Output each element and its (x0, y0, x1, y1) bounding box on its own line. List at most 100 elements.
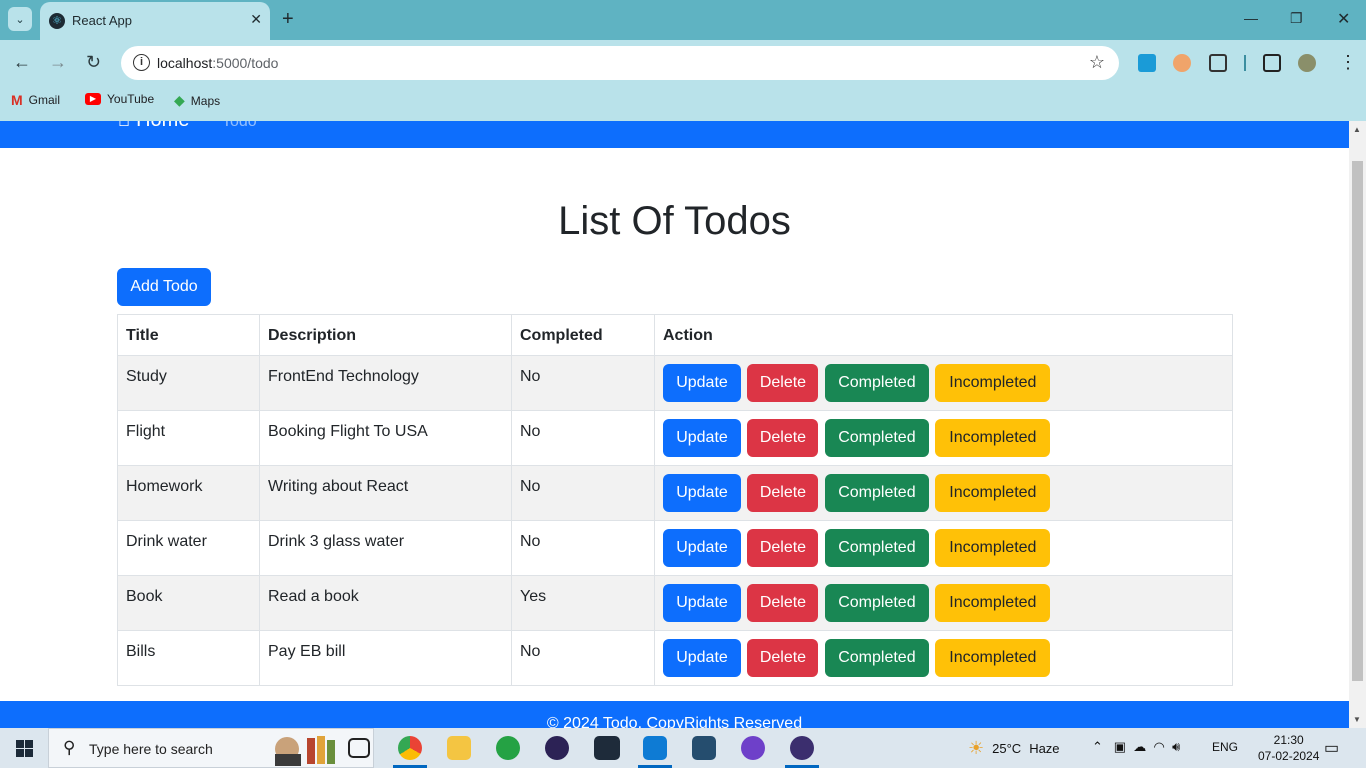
windows-start-icon[interactable] (16, 740, 33, 757)
profile-avatar[interactable] (1298, 54, 1316, 72)
mysql-workbench-icon[interactable] (692, 736, 716, 760)
update-button[interactable]: Update (663, 584, 741, 622)
notifications-icon[interactable]: ▭ (1324, 738, 1339, 758)
task-view-icon[interactable] (348, 738, 370, 758)
minimize-button[interactable]: — (1244, 10, 1258, 26)
file-explorer-icon[interactable] (447, 736, 471, 760)
table-row: Bills Pay EB bill No Update Delete Compl… (117, 630, 1233, 686)
scrollbar-thumb[interactable] (1352, 161, 1363, 681)
bookmark-youtube[interactable]: ▶ YouTube (85, 92, 154, 106)
github-desktop-icon[interactable] (741, 736, 765, 760)
reload-button[interactable]: ↻ (86, 52, 101, 73)
mark-incompleted-button[interactable]: Incompleted (935, 529, 1051, 567)
input-language[interactable]: ENG (1212, 740, 1238, 754)
mark-incompleted-button[interactable]: Incompleted (935, 584, 1051, 622)
cell-description: Drink 3 glass water (259, 520, 512, 576)
nav-home-label: Home (136, 121, 189, 132)
nav-home-link[interactable]: ⌂ Home (118, 121, 189, 132)
close-tab-icon[interactable]: ✕ (250, 11, 262, 28)
browser-tab-strip: ⌄ ⚛ React App ✕ + — ❐ ✕ (0, 0, 1366, 40)
column-header-action: Action (654, 314, 1233, 356)
whatsapp-icon[interactable] (496, 736, 520, 760)
todo-table: Title Description Completed Action Study… (117, 314, 1233, 686)
cell-completed: No (511, 465, 655, 521)
mark-completed-button[interactable]: Completed (824, 419, 929, 457)
update-button[interactable]: Update (663, 474, 741, 512)
page-viewport: ⌂ Home Todo List Of Todos Add Todo Title… (0, 121, 1349, 728)
weather-widget[interactable]: ☀ 25°C Haze (968, 738, 1060, 759)
delete-button[interactable]: Delete (747, 529, 819, 567)
mark-completed-button[interactable]: Completed (824, 584, 929, 622)
restore-button[interactable]: ❐ (1290, 10, 1303, 27)
cell-completed: Yes (511, 575, 655, 631)
cell-description: Read a book (259, 575, 512, 631)
close-window-button[interactable]: ✕ (1337, 9, 1350, 29)
table-header-row: Title Description Completed Action (117, 314, 1233, 356)
extensions-puzzle-icon[interactable] (1209, 54, 1227, 72)
site-info-icon[interactable]: i (133, 54, 150, 71)
mark-completed-button[interactable]: Completed (824, 639, 929, 677)
scroll-up-arrow-icon[interactable]: ▲ (1353, 125, 1361, 134)
app-footer: © 2024 Todo. CopyRights Reserved (0, 701, 1349, 728)
weather-desc: Haze (1029, 741, 1060, 756)
mark-completed-button[interactable]: Completed (824, 474, 929, 512)
mark-incompleted-button[interactable]: Incompleted (935, 364, 1051, 402)
wifi-icon[interactable]: ◠ (1154, 739, 1165, 754)
gmail-icon: M (11, 92, 23, 108)
clock-time: 21:30 (1273, 733, 1304, 747)
delete-button[interactable]: Delete (747, 474, 819, 512)
new-tab-button[interactable]: + (282, 8, 294, 30)
update-button[interactable]: Update (663, 419, 741, 457)
update-button[interactable]: Update (663, 529, 741, 567)
onedrive-icon[interactable]: ☁ (1133, 739, 1146, 754)
taskbar-search-box[interactable]: ⚲ Type here to search (48, 728, 374, 768)
bookmark-gmail[interactable]: M Gmail (11, 92, 60, 108)
cell-description: Pay EB bill (259, 630, 512, 686)
bookmark-star-icon[interactable]: ☆ (1089, 52, 1105, 73)
forward-button[interactable]: → (49, 52, 67, 73)
update-button[interactable]: Update (663, 364, 741, 402)
mark-incompleted-button[interactable]: Incompleted (935, 474, 1051, 512)
delete-button[interactable]: Delete (747, 584, 819, 622)
nav-todo-link[interactable]: Todo (222, 121, 257, 131)
weather-temp: 25°C (992, 741, 1022, 756)
column-header-title: Title (117, 314, 260, 356)
mark-incompleted-button[interactable]: Incompleted (935, 639, 1051, 677)
delete-button[interactable]: Delete (747, 419, 819, 457)
taskbar-clock[interactable]: 21:30 07-02-2024 (1258, 732, 1319, 764)
chrome-icon[interactable] (398, 736, 422, 760)
update-button[interactable]: Update (663, 639, 741, 677)
browser-tab[interactable]: ⚛ React App ✕ (40, 2, 270, 40)
address-bar[interactable]: i localhost:5000/todo ☆ (121, 46, 1119, 80)
react-favicon-icon: ⚛ (49, 13, 65, 29)
table-row: Flight Booking Flight To USA No Update D… (117, 410, 1233, 466)
eclipse-icon[interactable] (545, 736, 569, 760)
meet-now-icon[interactable]: ▣ (1114, 739, 1126, 754)
home-icon: ⌂ (118, 121, 130, 132)
volume-icon[interactable]: 🔊︎ (1172, 739, 1180, 754)
side-panel-icon[interactable] (1263, 54, 1281, 72)
extension-icon[interactable] (1173, 54, 1191, 72)
translate-extension-icon[interactable] (1138, 54, 1156, 72)
delete-button[interactable]: Delete (747, 639, 819, 677)
page-scrollbar[interactable]: ▲ ▼ (1349, 121, 1366, 728)
add-todo-button[interactable]: Add Todo (117, 268, 211, 306)
back-button[interactable]: ← (13, 52, 31, 73)
tab-search-button[interactable]: ⌄ (8, 7, 32, 31)
bookmark-maps[interactable]: ◆ Maps (174, 92, 220, 109)
delete-button[interactable]: Delete (747, 364, 819, 402)
url-text[interactable]: localhost:5000/todo (157, 55, 278, 71)
chrome-menu-icon[interactable]: ⋮ (1339, 52, 1357, 73)
table-row: Book Read a book Yes Update Delete Compl… (117, 575, 1233, 631)
mysql-icon[interactable] (594, 736, 620, 760)
mark-incompleted-button[interactable]: Incompleted (935, 419, 1051, 457)
show-hidden-icons-icon[interactable]: ⌃ (1092, 739, 1103, 754)
scroll-down-arrow-icon[interactable]: ▼ (1353, 715, 1361, 724)
eclipse-ee-icon[interactable] (790, 736, 814, 760)
mark-completed-button[interactable]: Completed (824, 364, 929, 402)
url-host: localhost (157, 55, 213, 71)
vscode-icon[interactable] (643, 736, 667, 760)
table-row: Drink water Drink 3 glass water No Updat… (117, 520, 1233, 576)
mark-completed-button[interactable]: Completed (824, 529, 929, 567)
column-header-description: Description (259, 314, 512, 356)
